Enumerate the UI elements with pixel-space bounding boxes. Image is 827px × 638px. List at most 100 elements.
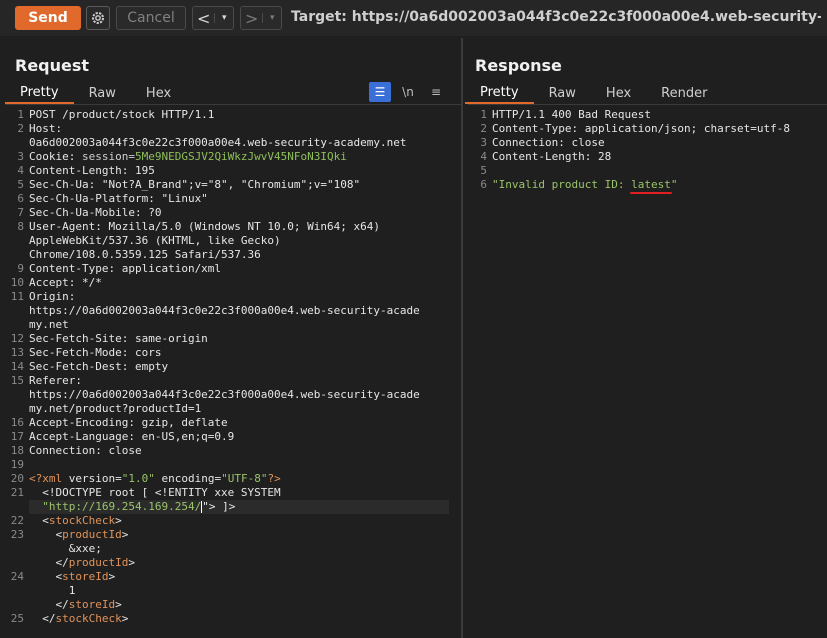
xml-bracket: > <box>121 528 129 541</box>
line-number: 2 <box>480 122 487 135</box>
line-number: 1 <box>17 108 24 121</box>
line-number: 22 <box>10 514 24 527</box>
xml-tag-name: storeId <box>68 598 116 611</box>
tab-underline-divider <box>5 104 461 105</box>
line-number: 25 <box>10 612 24 625</box>
tab-raw[interactable]: Raw <box>74 82 131 104</box>
chevron-down-icon[interactable]: ▾ <box>262 13 281 23</box>
code-line: Chrome/108.0.5359.125 Safari/537.36 <box>29 248 261 261</box>
code-line: Connection: close <box>29 444 142 457</box>
settings-button[interactable] <box>86 6 110 30</box>
history-forward-button[interactable]: > ▾ <box>240 6 282 30</box>
code-line: Referer: <box>29 374 82 387</box>
line-number: 6 <box>17 192 24 205</box>
request-pane: Request Pretty Raw Hex ☰ \n ≡ 1 POST /pro… <box>0 38 461 638</box>
code-line: my.net <box>29 318 69 331</box>
xml-bracket: < <box>42 514 49 527</box>
xml-tag-name: stockCheck <box>48 514 116 527</box>
xml-attr: encoding= <box>154 472 222 485</box>
cookie-value: 5Me9NEDGSJV2QiWkzJwvV45NFoN3IQki <box>134 150 347 163</box>
send-button[interactable]: Send <box>15 6 81 30</box>
line-number: 4 <box>17 164 24 177</box>
code-line: Accept-Language: en-US,en;q=0.9 <box>29 430 235 443</box>
forward-arrow-icon: > <box>245 8 259 28</box>
code-line: Origin: <box>29 290 76 303</box>
line-number: 11 <box>10 290 24 303</box>
xml-tag-name: productId <box>62 528 122 541</box>
code-line: &xxe; <box>29 542 102 555</box>
code-line: Sec-Ch-Ua: "Not?A_Brand";v="8", "Chromiu… <box>29 178 361 191</box>
code-line: https://0a6d002003a044f3c0e22c3f000a00e4… <box>29 388 420 401</box>
code-line: Accept: */* <box>29 276 102 289</box>
xml-attr-value: "UTF-8" <box>221 472 268 485</box>
code-line: "http://169.254.169.254/"> ]> <box>29 500 235 514</box>
code-line: HTTP/1.1 400 Bad Request <box>492 108 651 121</box>
xml-bracket: > <box>121 612 129 625</box>
line-number: 17 <box>10 430 24 443</box>
line-number: 1 <box>480 108 487 121</box>
request-tabs: Pretty Raw Hex <box>5 82 186 104</box>
xml-decl-close: ?> <box>267 472 281 485</box>
code-line: </productId> <box>29 556 135 570</box>
code-line: Connection: close <box>492 136 605 149</box>
back-arrow-icon: < <box>197 8 211 28</box>
line-number: 14 <box>10 360 24 373</box>
line-number: 7 <box>17 206 24 219</box>
line-number: 10 <box>10 276 24 289</box>
tab-hex[interactable]: Hex <box>591 82 646 104</box>
toolbar: Send Cancel < ▾ > ▾ Target: https://0a6d… <box>0 0 827 36</box>
code-line: User-Agent: Mozilla/5.0 (Windows NT 10.0… <box>29 220 380 233</box>
code-line: Sec-Fetch-Mode: cors <box>29 346 162 359</box>
tab-underline-divider <box>468 104 827 105</box>
xml-bracket: > <box>115 598 122 611</box>
doctype-close: "> ]> <box>202 500 236 513</box>
line-number: 5 <box>480 164 487 177</box>
code-line: </stockCheck> <box>29 612 128 626</box>
entity-system-url: "http://169.254.169.254/ <box>42 500 202 513</box>
line-number: 23 <box>10 528 24 541</box>
xml-attr-value: "1.0" <box>121 472 155 485</box>
code-line: Cookie: session=5Me9NEDGSJV2QiWkzJwvV45N… <box>29 150 347 164</box>
code-line: <stockCheck> <box>29 514 122 528</box>
line-number: 3 <box>480 136 487 149</box>
xml-bracket: > <box>115 514 122 527</box>
code-line: 0a6d002003a044f3c0e22c3f000a00e4.web-sec… <box>29 136 407 149</box>
tab-pretty[interactable]: Pretty <box>5 82 74 104</box>
xml-decl-open: <?xml <box>29 472 69 485</box>
line-number: 2 <box>17 122 24 135</box>
chevron-down-icon[interactable]: ▾ <box>214 13 233 23</box>
target-url[interactable]: Target: https://0a6d002003a044f3c0e22c3f… <box>291 9 821 25</box>
line-number: 16 <box>10 416 24 429</box>
xml-tag-name: productId <box>68 556 129 569</box>
pretty-wrap-icon[interactable]: ☰ <box>369 82 391 102</box>
code-line: Content-Type: application/json; charset=… <box>492 122 791 135</box>
code-line: <productId> <box>29 528 129 542</box>
tab-pretty[interactable]: Pretty <box>465 82 534 104</box>
code-line: my.net/product?productId=1 <box>29 402 202 415</box>
gear-icon <box>92 12 104 24</box>
tab-hex[interactable]: Hex <box>131 82 186 104</box>
newline-toggle-icon[interactable]: \n <box>397 82 419 102</box>
error-message: "Invalid product ID: <box>492 178 632 191</box>
line-number: 15 <box>10 374 24 387</box>
line-number: 18 <box>10 444 24 457</box>
code-line: AppleWebKit/537.36 (KHTML, like Gecko) <box>29 234 281 247</box>
tab-render[interactable]: Render <box>646 82 722 104</box>
xml-bracket: > <box>108 570 116 583</box>
code-line: Sec-Fetch-Site: same-origin <box>29 332 208 345</box>
line-number: 9 <box>17 262 24 275</box>
response-tabs: Pretty Raw Hex Render <box>465 82 722 104</box>
response-body: "Invalid product ID: latest" <box>492 178 677 192</box>
menu-icon[interactable]: ≡ <box>425 82 447 102</box>
code-line: Sec-Fetch-Dest: empty <box>29 360 169 373</box>
code-line: Sec-Ch-Ua-Platform: "Linux" <box>29 192 208 205</box>
history-back-button[interactable]: < ▾ <box>192 6 234 30</box>
annotation-underline <box>630 192 672 194</box>
line-number: 24 <box>10 570 24 583</box>
header-name: Cookie: <box>29 150 82 163</box>
tab-raw[interactable]: Raw <box>534 82 591 104</box>
line-number: 12 <box>10 332 24 345</box>
request-view-options: ☰ \n ≡ <box>369 82 447 102</box>
cancel-button[interactable]: Cancel <box>116 6 186 30</box>
line-number: 21 <box>10 486 24 499</box>
